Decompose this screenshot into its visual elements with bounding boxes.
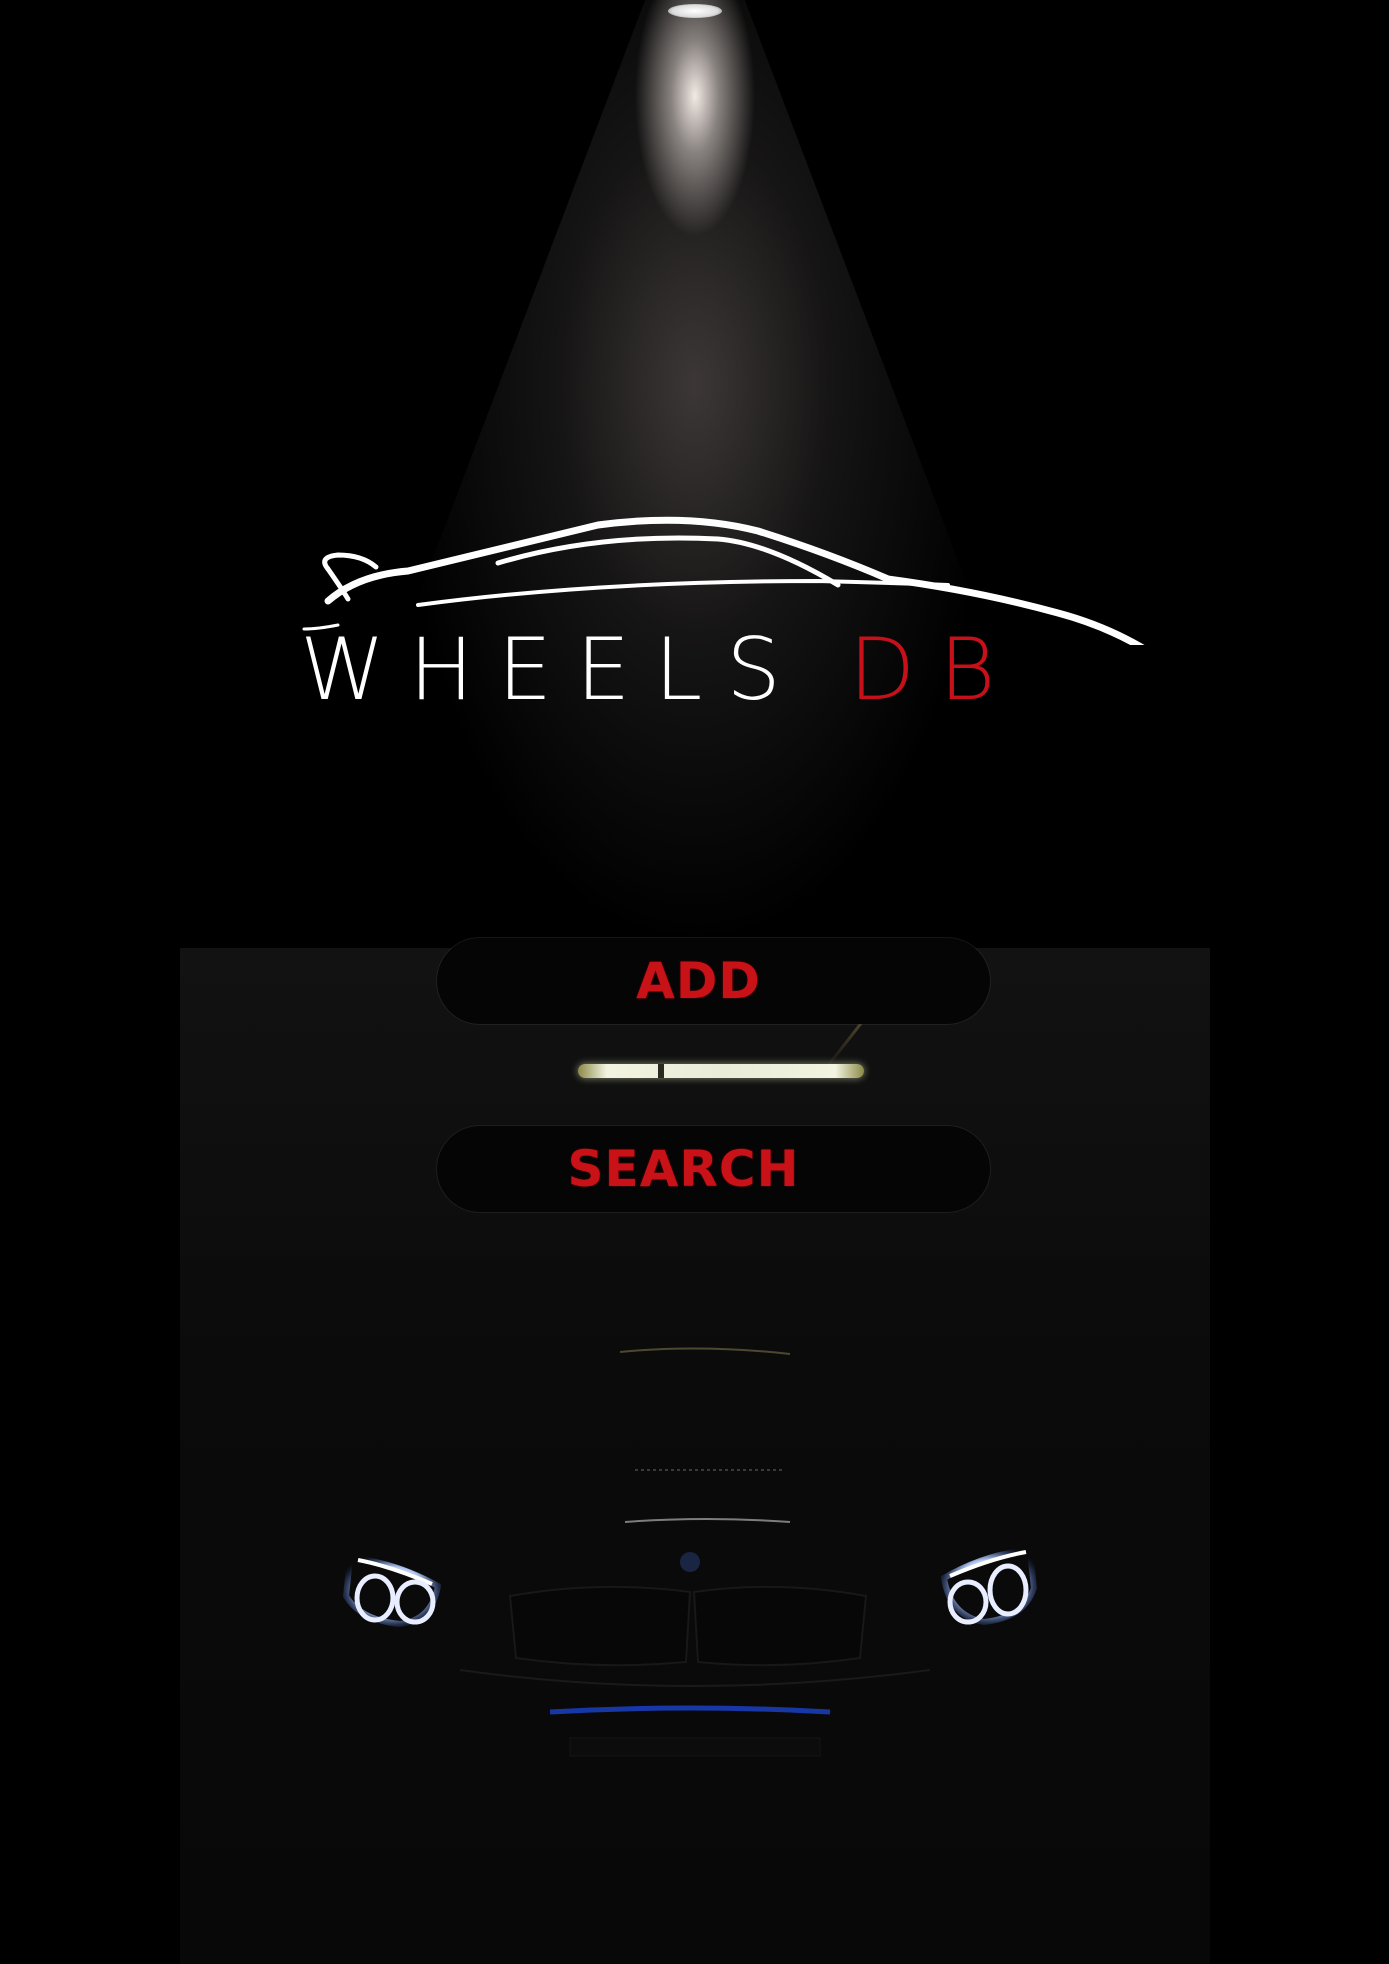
search-button[interactable]: SEARCH (437, 1126, 990, 1212)
search-button-label: SEARCH (567, 1140, 800, 1198)
add-button-label: ADD (636, 952, 761, 1010)
garage-ceiling-light (578, 1064, 864, 1078)
app-screen: WHEELS DB ADD SEARCH (0, 0, 1389, 1964)
add-button[interactable]: ADD (437, 938, 990, 1024)
car-front-image (342, 1347, 1038, 1757)
wheels-db-logo: WHEELS DB (298, 505, 1172, 725)
logo-wordmark: WHEELS DB (300, 627, 1019, 713)
light-divider (658, 1064, 664, 1078)
right-headlight (940, 1546, 1038, 1626)
spotlight (280, 0, 1110, 960)
ceiling-lamp (668, 4, 722, 18)
logo-word-primary: WHEELS (300, 620, 805, 720)
left-headlight (342, 1554, 442, 1628)
logo-word-accent: DB (848, 620, 1020, 720)
